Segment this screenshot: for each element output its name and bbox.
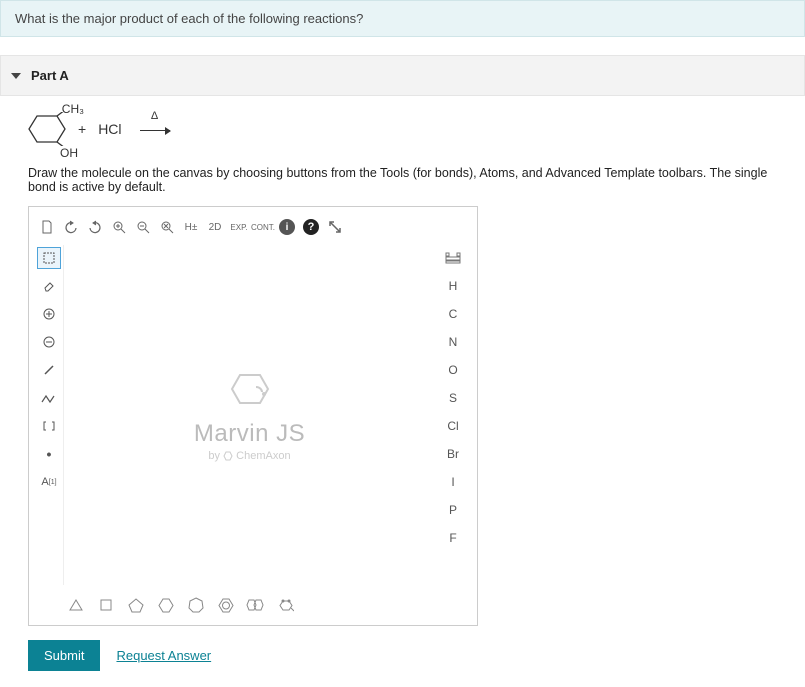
zoom-fit-icon[interactable] — [157, 217, 177, 237]
bond-tools-toolbar: • A[1] — [35, 245, 63, 585]
fullscreen-icon[interactable] — [325, 217, 345, 237]
substituent-oh: OH — [60, 146, 78, 160]
atom-p[interactable]: P — [437, 499, 469, 521]
more-templates-icon[interactable] — [275, 595, 297, 615]
selection-tool[interactable] — [37, 247, 61, 269]
atom-br[interactable]: Br — [437, 443, 469, 465]
chain-tool[interactable] — [37, 387, 61, 409]
eraser-tool[interactable] — [37, 275, 61, 297]
redo-icon[interactable] — [85, 217, 105, 237]
periodic-table-icon[interactable] — [437, 247, 469, 269]
drawing-canvas[interactable]: Marvin JS by ChemAxon — [63, 245, 435, 585]
request-answer-link[interactable]: Request Answer — [116, 648, 211, 663]
info-icon[interactable]: i — [277, 217, 297, 237]
atom-c[interactable]: C — [437, 303, 469, 325]
action-row: Submit Request Answer — [28, 640, 777, 671]
charge-plus-tool[interactable] — [37, 303, 61, 325]
submit-button[interactable]: Submit — [28, 640, 100, 671]
reaction-scheme: CH₃ OH + HCl Δ — [28, 112, 777, 146]
atom-map-tool[interactable]: A[1] — [37, 471, 61, 493]
zoom-out-icon[interactable] — [133, 217, 153, 237]
drawing-instruction: Draw the molecule on the canvas by choos… — [28, 166, 777, 194]
new-document-icon[interactable] — [37, 217, 57, 237]
cycloheptane-template[interactable] — [185, 595, 207, 615]
substituent-ch3: CH₃ — [62, 102, 84, 116]
reagent-hcl: HCl — [98, 121, 121, 137]
single-bond-tool[interactable] — [37, 359, 61, 381]
atom-n[interactable]: N — [437, 331, 469, 353]
atom-s[interactable]: S — [437, 387, 469, 409]
part-title: Part A — [31, 68, 69, 83]
atoms-toolbar: H C N O S Cl Br I P F — [435, 245, 471, 585]
charge-minus-tool[interactable] — [37, 331, 61, 353]
atom-cl[interactable]: Cl — [437, 415, 469, 437]
cyclopentane-template[interactable] — [125, 595, 147, 615]
zoom-in-icon[interactable] — [109, 217, 129, 237]
plus-sign: + — [78, 121, 86, 137]
bracket-tool[interactable] — [37, 415, 61, 437]
radical-tool[interactable]: • — [37, 443, 61, 465]
delta-symbol: Δ — [151, 110, 158, 122]
naphthalene-template[interactable] — [245, 595, 267, 615]
cyclobutane-template[interactable] — [95, 595, 117, 615]
cyclohexane-ring-icon: CH₃ OH — [28, 112, 66, 146]
help-icon[interactable]: ? — [301, 217, 321, 237]
undo-icon[interactable] — [61, 217, 81, 237]
contract-button[interactable]: CONT. — [253, 217, 273, 237]
hydrogen-toggle-button[interactable]: H± — [181, 217, 201, 237]
chevron-down-icon — [11, 73, 21, 79]
template-toolbar — [35, 585, 471, 619]
marvin-vendor: by ChemAxon — [208, 450, 290, 462]
view-2d-button[interactable]: 2D — [205, 217, 225, 237]
part-header[interactable]: Part A — [0, 55, 805, 96]
reaction-arrow: Δ — [140, 122, 170, 137]
expand-button[interactable]: EXP. — [229, 217, 249, 237]
marvin-logo-icon — [228, 369, 272, 412]
cyclohexane-template[interactable] — [155, 595, 177, 615]
atom-o[interactable]: O — [437, 359, 469, 381]
atom-f[interactable]: F — [437, 527, 469, 549]
question-prompt: What is the major product of each of the… — [0, 0, 805, 37]
atom-h[interactable]: H — [437, 275, 469, 297]
atom-i[interactable]: I — [437, 471, 469, 493]
benzene-template[interactable] — [215, 595, 237, 615]
top-toolbar: H± 2D EXP. CONT. i ? — [35, 213, 471, 245]
marvin-title: Marvin JS — [194, 420, 305, 448]
marvin-editor: H± 2D EXP. CONT. i ? — [28, 206, 478, 626]
cyclopropane-template[interactable] — [65, 595, 87, 615]
